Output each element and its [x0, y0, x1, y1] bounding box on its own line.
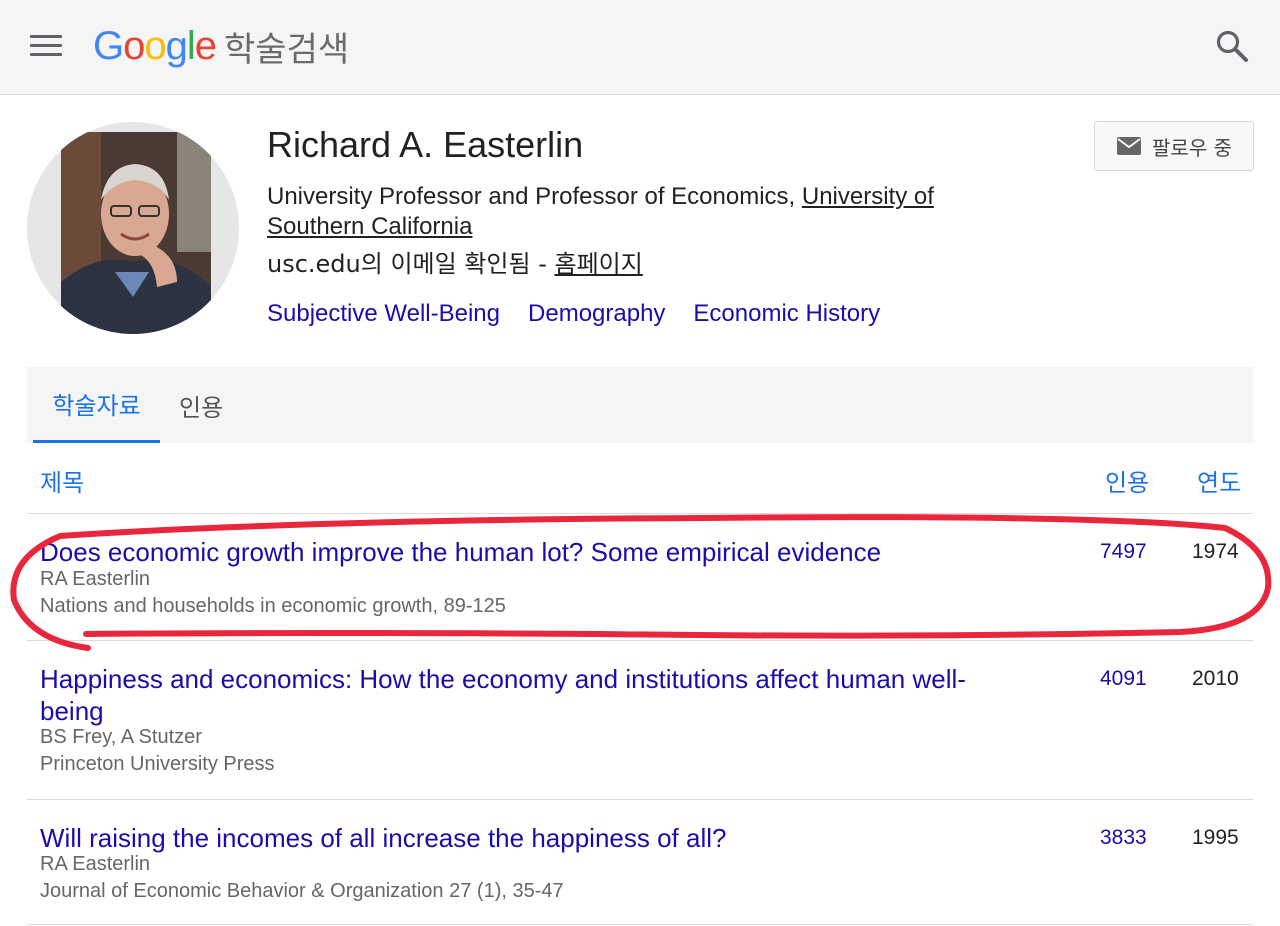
article-year: 1974 — [1192, 540, 1239, 563]
logo-letter: e — [194, 23, 217, 68]
scholar-label: 학술검색 — [224, 29, 350, 70]
author-affiliation: University Professor and Professor of Ec… — [267, 182, 987, 242]
article-cited-by[interactable]: 3833 — [1100, 826, 1147, 850]
interest-subjective-well-being[interactable]: Subjective Well-Being — [267, 300, 500, 328]
logo-letter: G — [93, 23, 124, 68]
follow-button[interactable]: 팔로우 중 — [1094, 121, 1254, 171]
homepage-link[interactable]: 홈페이지 — [555, 250, 643, 278]
article-venue: Nations and households in economic growt… — [40, 595, 506, 617]
logo-letter: o — [144, 23, 166, 68]
article-authors: RA Easterlin — [40, 853, 151, 875]
profile-tabs: 학술자료 인용 — [27, 367, 1253, 443]
follow-label: 팔로우 중 — [1152, 135, 1232, 160]
article-cited-by[interactable]: 4091 — [1100, 667, 1147, 691]
article-venue: Journal of Economic Behavior & Organizat… — [40, 880, 564, 902]
logo-letter: l — [186, 23, 196, 68]
article-title[interactable]: Happiness and economics: How the economy… — [40, 663, 1000, 727]
table-row: Will raising the incomes of all increase… — [27, 800, 1253, 925]
email-verified-text: usc.edu의 이메일 확인됨 - — [267, 250, 555, 278]
article-authors: BS Frey, A Stutzer — [40, 726, 202, 748]
email-verification: usc.edu의 이메일 확인됨 - 홈페이지 — [267, 244, 643, 279]
mail-icon — [1117, 137, 1142, 155]
articles-table-header: 제목 인용 연도 — [27, 443, 1253, 514]
table-row: Does economic growth improve the human l… — [27, 514, 1253, 641]
column-title[interactable]: 제목 — [40, 463, 84, 498]
google-scholar-logo[interactable]: Google 학술검색 — [93, 18, 349, 74]
column-year[interactable]: 연도 — [1197, 463, 1241, 498]
article-cited-by[interactable]: 7497 — [1100, 540, 1147, 564]
column-cited-by[interactable]: 인용 — [1105, 463, 1149, 498]
interest-economic-history[interactable]: Economic History — [693, 300, 880, 328]
article-venue: Princeton University Press — [40, 753, 275, 775]
table-row: Happiness and economics: How the economy… — [27, 641, 1253, 800]
article-year: 1995 — [1192, 826, 1239, 849]
search-icon[interactable] — [1214, 28, 1250, 64]
tab-articles[interactable]: 학술자료 — [33, 367, 160, 443]
article-title[interactable]: Does economic growth improve the human l… — [40, 536, 1000, 568]
logo-letter: o — [123, 23, 145, 68]
profile-photo — [27, 122, 239, 334]
logo-letter: g — [165, 23, 188, 68]
article-authors: RA Easterlin — [40, 568, 151, 590]
article-title[interactable]: Will raising the incomes of all increase… — [40, 822, 1000, 854]
google-wordmark: Google — [93, 23, 217, 69]
interest-demography[interactable]: Demography — [528, 300, 665, 328]
menu-icon[interactable] — [30, 35, 62, 57]
article-year: 2010 — [1192, 667, 1239, 690]
top-bar: Google 학술검색 — [0, 0, 1280, 95]
tab-citations[interactable]: 인용 — [179, 367, 223, 443]
author-name: Richard A. Easterlin — [267, 124, 584, 165]
research-interests: Subjective Well-Being Demography Economi… — [267, 300, 880, 328]
affiliation-text: University Professor and Professor of Ec… — [267, 183, 802, 210]
